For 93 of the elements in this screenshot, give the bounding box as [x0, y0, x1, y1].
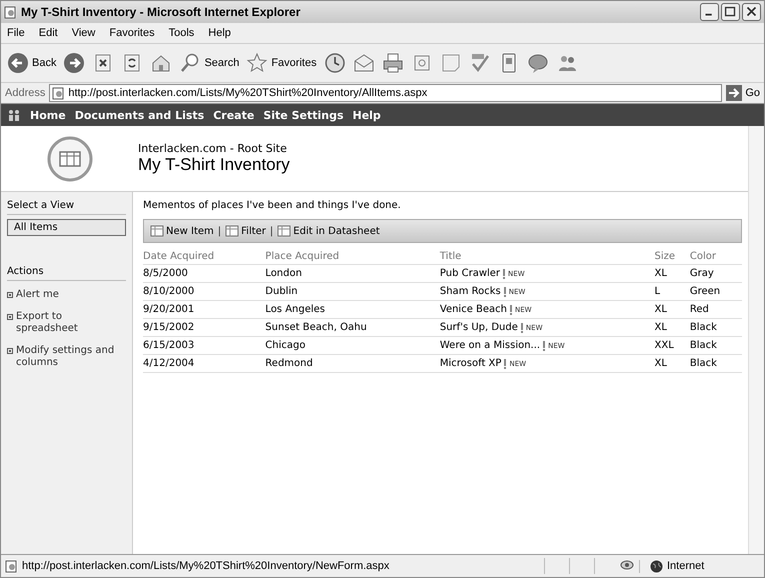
bullet-icon: [7, 314, 13, 320]
action-link[interactable]: Modify settings and columns: [16, 345, 126, 369]
table-cell: XL: [654, 354, 690, 372]
toolbar-button[interactable]: Search: [179, 52, 240, 74]
item-title-link[interactable]: Surf's Up, Dude: [440, 322, 518, 333]
column-header[interactable]: Size: [654, 249, 690, 264]
page-icon: [4, 6, 17, 18]
scrollbar[interactable]: [748, 126, 764, 554]
table-cell: 9/15/2002: [143, 318, 266, 336]
table-cell: Redmond: [265, 354, 440, 372]
sidebar-heading: Select a View: [7, 200, 126, 215]
people-icon: [7, 109, 21, 121]
nav-link[interactable]: Home: [30, 108, 66, 122]
list-description: Mementos of places I've been and things I've done.: [143, 200, 402, 211]
action-link[interactable]: Alert me: [16, 289, 59, 301]
menu-item[interactable]: View: [72, 27, 96, 39]
exclamation-icon: [502, 268, 506, 278]
column-header[interactable]: Color: [690, 249, 742, 264]
menu-item[interactable]: Tools: [168, 27, 194, 39]
table-cell: Los Angeles: [265, 300, 440, 318]
table-cell: Black: [690, 336, 742, 354]
table-cell: Green: [690, 282, 742, 300]
exclamation-icon: [542, 340, 546, 350]
menu-item[interactable]: Help: [208, 27, 231, 39]
column-header[interactable]: Title: [440, 249, 655, 264]
table-cell: Chicago: [265, 336, 440, 354]
window-title: My T-Shirt Inventory - Microsoft Internet Explorer: [21, 5, 302, 19]
column-header[interactable]: Date Acquired: [143, 249, 266, 264]
toolbar-button[interactable]: Favorites: [246, 52, 317, 74]
nav-link[interactable]: Site Settings: [263, 108, 344, 122]
sidebar-heading: Actions: [7, 266, 126, 281]
menu-item[interactable]: File: [7, 27, 25, 39]
table-cell: XL: [654, 318, 690, 336]
zone-label: Internet: [667, 560, 704, 572]
toolbar-link[interactable]: Filter: [225, 225, 266, 237]
list-logo-icon: [46, 136, 92, 182]
maximize-button[interactable]: [721, 3, 740, 21]
exclamation-icon: [503, 358, 508, 368]
column-header[interactable]: Place Acquired: [265, 249, 440, 264]
address-label: Address: [5, 87, 46, 99]
menu-item[interactable]: Favorites: [109, 27, 155, 39]
list-title: My T-Shirt Inventory: [138, 155, 290, 175]
table-icon: [277, 225, 292, 237]
table-cell: Dublin: [265, 282, 440, 300]
exclamation-icon: [509, 304, 514, 314]
item-title-link[interactable]: Microsoft XP: [440, 358, 502, 369]
menu-item[interactable]: Edit: [38, 27, 58, 39]
table-cell: 4/12/2004: [143, 354, 266, 372]
item-title-link[interactable]: Sham Rocks: [440, 286, 501, 297]
status-text: http://post.interlacken.com/Lists/My%20TShirt%20Inventory/NewForm.aspx: [22, 560, 390, 572]
table-cell: Black: [690, 318, 742, 336]
table-cell: Sunset Beach, Oahu: [265, 318, 440, 336]
go-button[interactable]: Go: [726, 85, 760, 101]
star-icon: [246, 52, 268, 74]
page-icon: [52, 86, 66, 100]
separator-text: |: [270, 226, 274, 236]
item-title-link[interactable]: Were on a Mission...: [440, 340, 540, 351]
table-icon: [225, 225, 240, 237]
globe-icon: [650, 560, 663, 572]
table-cell: L: [654, 282, 690, 300]
table-cell: 8/5/2000: [143, 264, 266, 282]
nav-link[interactable]: Create: [213, 108, 254, 122]
address-field[interactable]: http://post.interlacken.com/Lists/My%20TShirt%20Inventory/AllItems.aspx: [49, 84, 722, 102]
table-cell: 6/15/2003: [143, 336, 266, 354]
bullet-icon: [7, 348, 13, 354]
table-cell: 8/10/2000: [143, 282, 266, 300]
item-title-link[interactable]: Venice Beach: [440, 304, 508, 315]
table-cell: Red: [690, 300, 742, 318]
exclamation-icon: [502, 286, 507, 296]
toolbar-button[interactable]: Back: [7, 52, 56, 74]
table-cell: Gray: [690, 264, 742, 282]
action-link[interactable]: Export to spreadsheet: [16, 311, 126, 335]
item-title-link[interactable]: Pub Crawler: [440, 268, 500, 279]
nav-link[interactable]: Documents and Lists: [74, 108, 204, 122]
page-icon: [5, 560, 18, 572]
table-cell: 9/20/2001: [143, 300, 266, 318]
table-cell: XL: [654, 300, 690, 318]
site-name[interactable]: Interlacken.com - Root Site: [138, 142, 290, 155]
toolbar-link[interactable]: New Item: [150, 225, 214, 237]
table-cell: XL: [654, 264, 690, 282]
separator-text: |: [218, 226, 222, 236]
table-cell: XXL: [654, 336, 690, 354]
back-icon: [7, 52, 29, 74]
close-button[interactable]: [742, 3, 761, 21]
table-cell: London: [265, 264, 440, 282]
minimize-button[interactable]: [700, 3, 719, 21]
toolbar-link[interactable]: Edit in Datasheet: [277, 225, 380, 237]
view-option[interactable]: All Items: [7, 219, 126, 236]
table-cell: Black: [690, 354, 742, 372]
nav-link[interactable]: Help: [352, 108, 381, 122]
table-icon: [150, 225, 164, 237]
exclamation-icon: [520, 322, 524, 332]
bullet-icon: [7, 292, 13, 298]
